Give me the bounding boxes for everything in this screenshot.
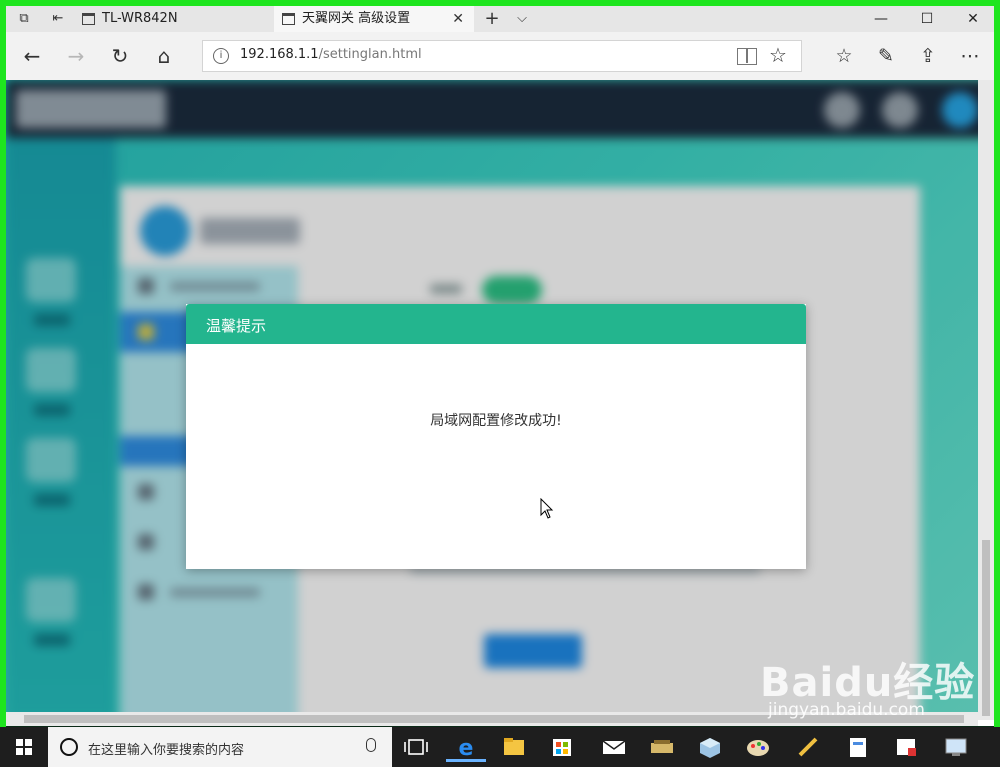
baidu-watermark-site: jingyan.baidu.com	[768, 700, 925, 720]
tab-label: 天翼网关 高级设置	[302, 11, 411, 26]
edge-browser-icon[interactable]: e	[446, 731, 486, 763]
more-menu-icon[interactable]: ⋯	[956, 44, 984, 68]
app-icon-monitor[interactable]	[936, 731, 976, 763]
tab-manager-icon[interactable]: ⧉	[14, 10, 34, 28]
favorites-hub-icon[interactable]: ☆	[830, 44, 858, 68]
app-icon-document[interactable]	[838, 731, 878, 763]
search-placeholder: 在这里输入你要搜索的内容	[88, 743, 245, 758]
tab-close-icon[interactable]: ✕	[452, 6, 464, 32]
microphone-icon[interactable]	[366, 738, 376, 752]
windows-taskbar: 在这里输入你要搜索的内容 e	[0, 727, 1000, 767]
url-host: 192.168.1.1	[240, 47, 319, 62]
vertical-scrollbar[interactable]	[978, 80, 994, 720]
navigation-bar: ← → ↻ ⌂ i 192.168.1.1/settinglan.html ☆ …	[6, 32, 994, 80]
page-icon	[82, 13, 95, 25]
cortana-icon	[60, 738, 78, 756]
app-icon-cube[interactable]	[690, 731, 730, 763]
maximize-button[interactable]: ☐	[904, 6, 950, 32]
tab-preview-chevron-icon[interactable]: ⌵	[512, 10, 532, 28]
home-button[interactable]: ⌂	[150, 44, 178, 68]
dialog-header: 温馨提示	[186, 304, 806, 344]
task-view-icon[interactable]	[396, 731, 436, 763]
site-info-icon[interactable]: i	[213, 48, 229, 64]
browser-window: ⧉ ⇤ TL-WR842N 天翼网关 高级设置 ✕ + ⌵ — ☐ ✕ ← → …	[6, 6, 994, 726]
app-icon-books[interactable]	[642, 731, 682, 763]
mouse-cursor-icon	[540, 498, 554, 519]
url-text[interactable]: 192.168.1.1/settinglan.html	[240, 47, 422, 62]
tip-dialog: 温馨提示 局域网配置修改成功!	[186, 304, 806, 569]
tab-gateway-settings[interactable]: 天翼网关 高级设置 ✕	[274, 6, 474, 32]
app-icon-presentation[interactable]	[886, 731, 926, 763]
app-icon-pencil[interactable]	[788, 731, 828, 763]
windows-start-icon[interactable]	[0, 727, 48, 767]
minimize-button[interactable]: —	[858, 6, 904, 32]
url-path: /settinglan.html	[318, 47, 422, 62]
tab-label: TL-WR842N	[102, 11, 178, 26]
dialog-title: 温馨提示	[206, 317, 267, 335]
file-explorer-icon[interactable]	[494, 731, 534, 763]
back-button[interactable]: ←	[18, 44, 46, 68]
mail-icon[interactable]	[594, 731, 634, 763]
forward-button[interactable]: →	[62, 44, 90, 68]
svg-text:e: e	[459, 736, 474, 761]
app-icon-paint[interactable]	[738, 731, 778, 763]
web-note-pen-icon[interactable]: ✎	[872, 44, 900, 68]
tab-bar: ⧉ ⇤ TL-WR842N 天翼网关 高级设置 ✕ + ⌵ — ☐ ✕	[6, 6, 994, 32]
close-window-button[interactable]: ✕	[950, 6, 994, 32]
address-bar[interactable]: i 192.168.1.1/settinglan.html ☆	[202, 40, 802, 72]
set-aside-tabs-icon[interactable]: ⇤	[48, 10, 68, 28]
scroll-thumb[interactable]	[982, 540, 990, 716]
refresh-button[interactable]: ↻	[106, 44, 134, 68]
favorite-star-icon[interactable]: ☆	[769, 43, 787, 67]
dialog-message: 局域网配置修改成功!	[430, 413, 562, 429]
page-icon	[282, 13, 295, 25]
new-tab-icon[interactable]: +	[482, 10, 502, 28]
reading-view-icon[interactable]	[737, 48, 757, 65]
store-icon[interactable]	[542, 731, 582, 763]
share-icon[interactable]: ⇪	[914, 44, 942, 68]
taskbar-search-box[interactable]: 在这里输入你要搜索的内容	[48, 727, 392, 767]
web-page: 温馨提示 局域网配置修改成功!	[6, 80, 994, 720]
tab-tl-wr842n[interactable]: TL-WR842N	[74, 6, 272, 32]
